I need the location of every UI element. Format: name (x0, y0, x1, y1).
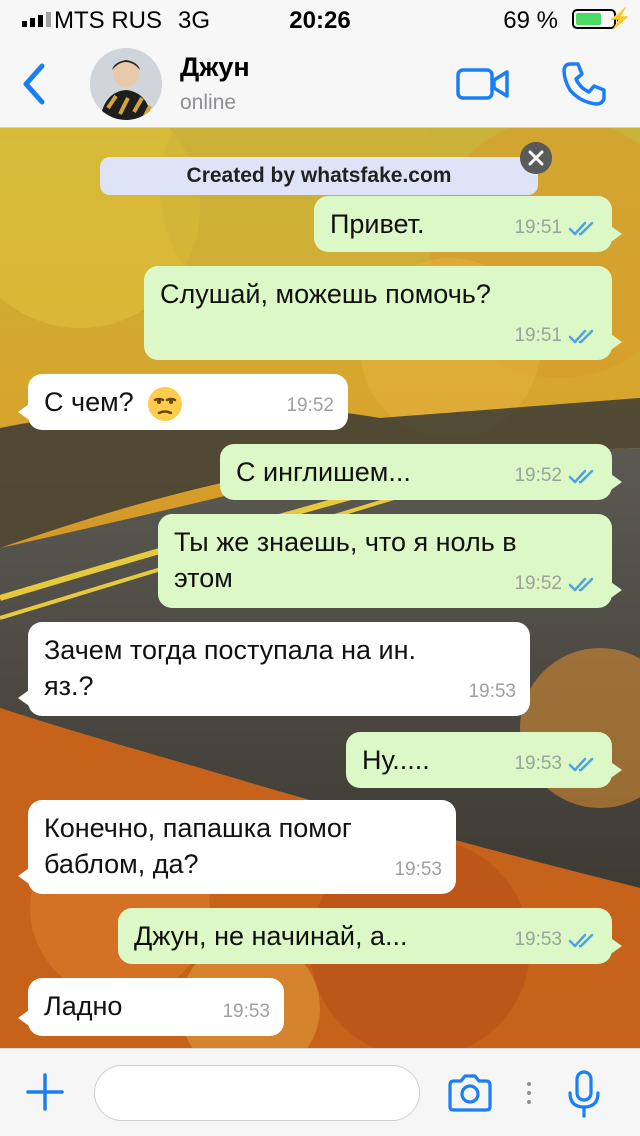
message-time: 19:51 (514, 217, 562, 238)
more-dots-icon[interactable] (526, 1081, 532, 1105)
message-list[interactable]: Created by whatsfake.com Привет. 19:51 С… (0, 128, 640, 1048)
status-bar: MTS RUS 3G 20:26 69 % ⚡ (0, 0, 640, 40)
message-incoming[interactable]: Зачем тогда поступала на ин. яз.? 19:53 (18, 622, 530, 716)
message-outgoing[interactable]: Ну..... 19:53 (346, 732, 622, 788)
message-outgoing[interactable]: Джун, не начинай, а... 19:53 (118, 908, 622, 964)
message-text: Ладно (44, 991, 123, 1021)
message-text: Слушай, можешь помочь? (160, 279, 491, 309)
message-incoming[interactable]: С чем? 19:52 (18, 374, 348, 430)
read-ticks-icon (568, 329, 594, 344)
contact-status: online (180, 91, 237, 114)
unamused-face-emoji (148, 386, 183, 421)
message-outgoing[interactable]: Слушай, можешь помочь? 19:51 (144, 266, 622, 360)
message-input-bar (0, 1048, 640, 1136)
message-time: 19:53 (514, 753, 562, 774)
camera-icon[interactable] (446, 1073, 494, 1113)
message-time: 19:52 (514, 465, 562, 486)
message-text: Конечно, папашка помог баблом, да? (44, 813, 352, 879)
message-text: С чем? (44, 387, 134, 417)
charging-bolt-icon: ⚡ (607, 8, 632, 30)
message-input[interactable] (94, 1065, 420, 1121)
video-call-icon[interactable] (456, 64, 510, 104)
message-incoming[interactable]: Ладно 19:53 (18, 978, 284, 1036)
message-time: 19:52 (514, 573, 562, 594)
back-chevron-icon[interactable] (16, 58, 56, 110)
message-time: 19:53 (394, 859, 442, 880)
microphone-icon[interactable] (566, 1069, 602, 1119)
phone-call-icon[interactable] (560, 60, 608, 108)
contact-name[interactable]: Джун (180, 52, 250, 83)
message-outgoing[interactable]: С инглишем... 19:52 (220, 444, 622, 500)
message-time: 19:53 (514, 929, 562, 950)
message-incoming[interactable]: Конечно, папашка помог баблом, да? 19:53 (18, 800, 456, 894)
message-outgoing[interactable]: Привет. 19:51 (314, 196, 622, 252)
message-time: 19:53 (468, 681, 516, 702)
message-time: 19:51 (514, 325, 562, 346)
message-text: Джун, не начинай, а... (134, 921, 408, 951)
chat-header: Джун online (0, 40, 640, 128)
battery-percent: 69 % (503, 7, 558, 34)
plus-icon[interactable] (24, 1071, 66, 1113)
message-time: 19:53 (222, 1001, 270, 1022)
close-watermark-icon[interactable] (520, 142, 552, 174)
message-outgoing[interactable]: Ты же знаешь, что я ноль в этом 19:52 (158, 514, 622, 608)
read-ticks-icon (568, 469, 594, 484)
message-time: 19:52 (286, 395, 334, 416)
watermark-banner: Created by whatsfake.com (100, 157, 538, 195)
message-text: Привет. (330, 209, 425, 239)
message-text: Зачем тогда поступала на ин. яз.? (44, 635, 417, 701)
read-ticks-icon (568, 221, 594, 236)
avatar[interactable] (90, 48, 162, 120)
read-ticks-icon (568, 577, 594, 592)
message-text: С инглишем... (236, 457, 411, 487)
read-ticks-icon (568, 757, 594, 772)
message-text: Ты же знаешь, что я ноль в этом (174, 527, 517, 593)
read-ticks-icon (568, 933, 594, 948)
message-text: Ну..... (362, 745, 430, 775)
